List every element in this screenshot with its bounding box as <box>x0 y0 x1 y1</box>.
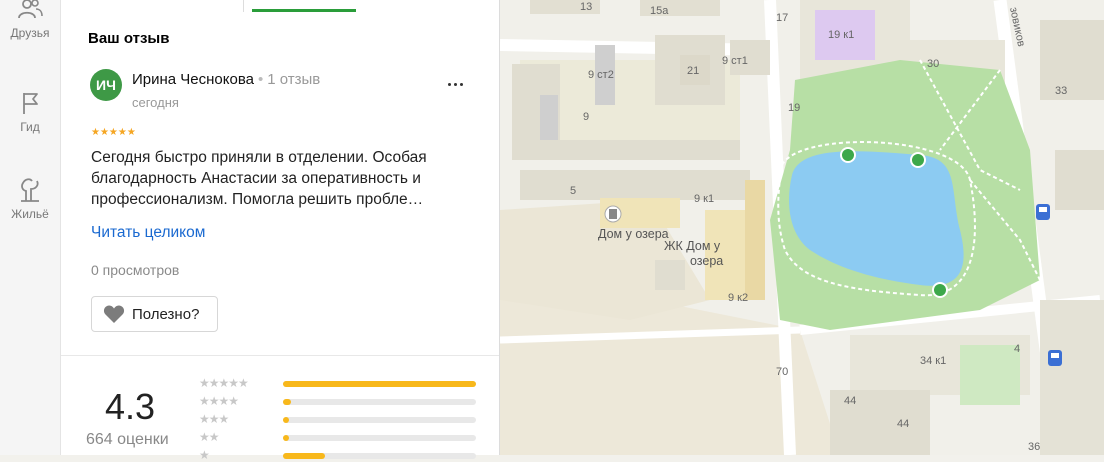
distribution-stars: ★★★ <box>199 412 229 426</box>
heart-icon <box>103 305 125 323</box>
separator-dot: • <box>257 71 264 88</box>
bus-stop-icon[interactable] <box>1036 204 1050 220</box>
rating-count: 664 оценки <box>86 431 169 448</box>
distribution-stars: ★★★★★ <box>199 376 249 390</box>
nav-label-housing: Жильё <box>11 207 49 221</box>
avatar-initials: ИЧ <box>96 77 116 93</box>
distribution-track <box>283 381 476 387</box>
review-rating-stars: ★★★★★ <box>91 127 136 138</box>
nav-label-friends: Друзья <box>10 26 50 40</box>
review-date: сегодня <box>132 95 179 110</box>
active-tab-indicator <box>252 9 356 12</box>
park-marker-icon[interactable] <box>932 282 948 298</box>
distribution-stars: ★★★★ <box>199 394 239 408</box>
more-dot <box>448 83 451 86</box>
park-marker-icon[interactable] <box>840 147 856 163</box>
map-poi-house-by-lake[interactable]: Дом у озера <box>598 227 669 241</box>
map-label-33: 33 <box>1055 85 1067 97</box>
map-label-44: 44 <box>897 418 909 430</box>
nav-label-guide: Гид <box>20 120 40 134</box>
bus-stop-icon[interactable] <box>1048 350 1062 366</box>
section-divider <box>61 355 499 356</box>
left-nav-rail: Друзья Гид Жильё <box>0 0 61 455</box>
views-count: 0 просмотров <box>91 262 180 278</box>
map-label-4: 4 <box>1014 343 1020 355</box>
nav-item-friends[interactable]: Друзья <box>0 0 60 40</box>
read-more-link[interactable]: Читать целиком <box>91 224 205 242</box>
distribution-fill <box>283 453 326 459</box>
distribution-track <box>283 453 476 459</box>
distribution-fill <box>283 417 289 423</box>
map-label-9st2: 9 ст2 <box>588 69 614 81</box>
average-rating: 4.3 <box>105 386 156 427</box>
section-title: Ваш отзыв <box>88 30 170 47</box>
review-panel: Ваш отзыв ИЧ Ирина Чеснокова • 1 отзыв сег… <box>61 0 500 462</box>
distribution-fill <box>283 435 289 441</box>
building-icon[interactable] <box>604 205 622 223</box>
map-label-5: 5 <box>570 185 576 197</box>
map-label-9: 9 <box>583 111 589 123</box>
useful-label: Полезно? <box>132 305 200 323</box>
map-label-36: 36 <box>1028 441 1040 453</box>
friends-icon <box>18 0 43 19</box>
map-label-21: 21 <box>687 65 699 77</box>
park-marker-icon[interactable] <box>910 152 926 168</box>
map-label-19k1: 19 к1 <box>828 29 854 41</box>
map-poi-complex-line1[interactable]: ЖК Дом у <box>664 239 721 253</box>
distribution-fill <box>283 399 291 405</box>
map-label-30: 30 <box>927 58 939 70</box>
more-options-button[interactable] <box>442 72 470 96</box>
author-review-count: 1 отзыв <box>267 71 321 88</box>
map-label-19: 19 <box>788 102 800 114</box>
nav-item-guide[interactable]: Гид <box>0 90 60 134</box>
map-label-9st1: 9 ст1 <box>722 55 748 67</box>
distribution-stars: ★ <box>199 448 210 462</box>
nav-item-housing[interactable]: Жильё <box>0 175 60 221</box>
tab-divider <box>243 0 244 12</box>
distribution-stars: ★★ <box>199 430 220 444</box>
more-dot <box>460 83 463 86</box>
distribution-track <box>283 417 476 423</box>
useful-button[interactable]: Полезно? <box>91 296 218 332</box>
more-dot <box>454 83 457 86</box>
map-poi-complex-line2[interactable]: озера <box>690 254 723 268</box>
map-label-15a: 15а <box>650 5 669 17</box>
distribution-fill <box>283 381 476 387</box>
author-line: Ирина Чеснокова • 1 отзыв <box>132 71 320 88</box>
map-label-9k2: 9 к2 <box>728 292 748 304</box>
review-text: Сегодня быстро приняли в отделении. Особ… <box>91 149 427 208</box>
map-label-17: 17 <box>776 12 788 24</box>
map-label-44: 44 <box>844 395 856 407</box>
map-label-13: 13 <box>580 1 592 13</box>
avatar[interactable]: ИЧ <box>90 69 122 101</box>
author-name[interactable]: Ирина Чеснокова <box>132 71 254 88</box>
map-label-34k1: 34 к1 <box>920 355 946 367</box>
distribution-track <box>283 435 476 441</box>
flag-icon <box>23 93 38 114</box>
map-label-9k1: 9 к1 <box>694 193 714 205</box>
housing-icon <box>21 178 39 202</box>
map-view[interactable]: 13 15а 17 19 к1 зовиков 9 ст2 21 9 ст1 3… <box>500 0 1104 455</box>
map-canvas[interactable]: 13 15а 17 19 к1 зовиков 9 ст2 21 9 ст1 3… <box>500 0 1104 455</box>
distribution-track <box>283 399 476 405</box>
map-label-70: 70 <box>776 366 788 378</box>
